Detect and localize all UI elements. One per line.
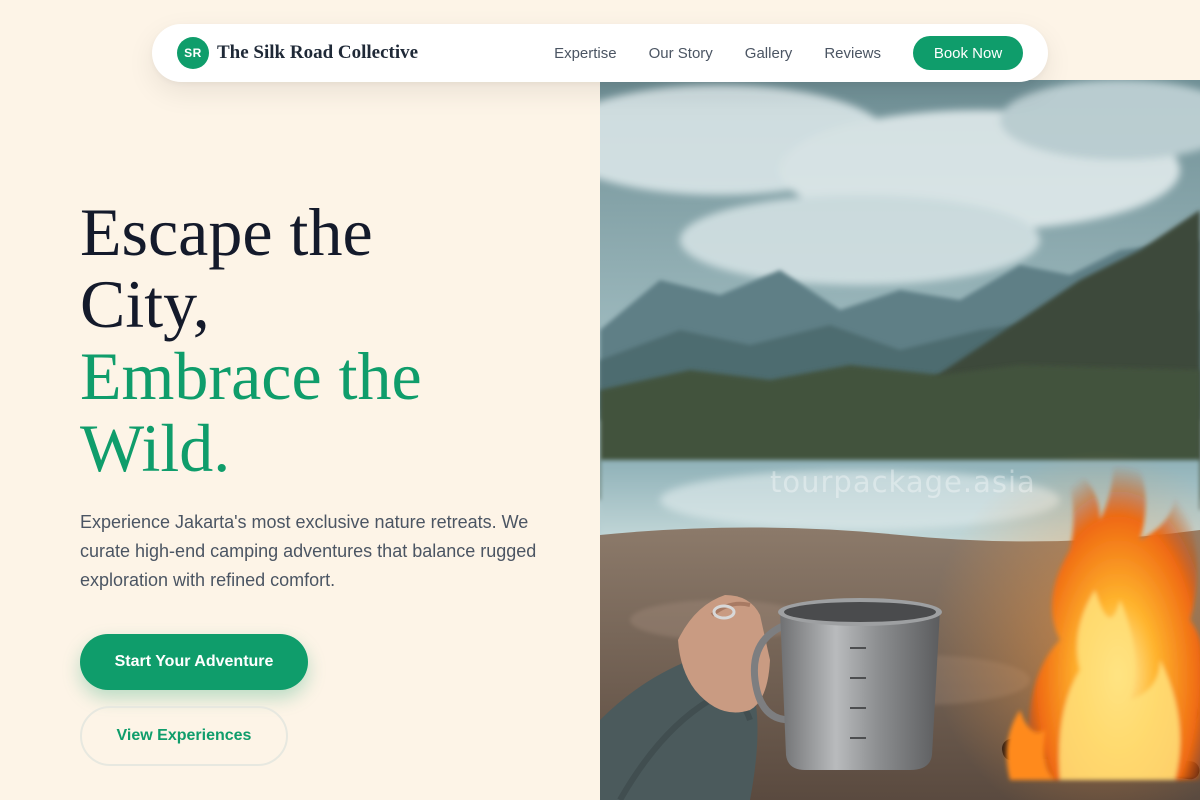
start-adventure-button[interactable]: Start Your Adventure bbox=[80, 634, 308, 690]
navbar: SR The Silk Road Collective Expertise Ou… bbox=[152, 24, 1048, 82]
campfire-lake-illustration bbox=[600, 80, 1200, 800]
nav-link-gallery[interactable]: Gallery bbox=[745, 45, 793, 62]
hero-photo: tourpackage.asia bbox=[600, 80, 1200, 800]
headline-line-1: Escape the bbox=[80, 194, 373, 270]
nav-link-our-story[interactable]: Our Story bbox=[649, 45, 713, 62]
nav-link-reviews[interactable]: Reviews bbox=[824, 45, 881, 62]
headline-line-4: Wild. bbox=[80, 410, 231, 486]
nav-link-expertise[interactable]: Expertise bbox=[554, 45, 617, 62]
book-now-button[interactable]: Book Now bbox=[913, 36, 1023, 70]
view-experiences-button[interactable]: View Experiences bbox=[80, 706, 288, 766]
logo-badge[interactable]: SR bbox=[177, 37, 209, 69]
brand[interactable]: SR The Silk Road Collective bbox=[177, 37, 418, 69]
headline-line-2: City, bbox=[80, 266, 210, 342]
image-watermark: tourpackage.asia bbox=[770, 465, 1036, 499]
nav-links: Expertise Our Story Gallery Reviews bbox=[554, 45, 881, 62]
brand-name[interactable]: The Silk Road Collective bbox=[217, 42, 418, 64]
hero-headline: Escape the City, Embrace the Wild. bbox=[80, 196, 560, 484]
hero-description: Experience Jakarta's most exclusive natu… bbox=[80, 512, 537, 590]
headline-line-3: Embrace the bbox=[80, 338, 422, 414]
